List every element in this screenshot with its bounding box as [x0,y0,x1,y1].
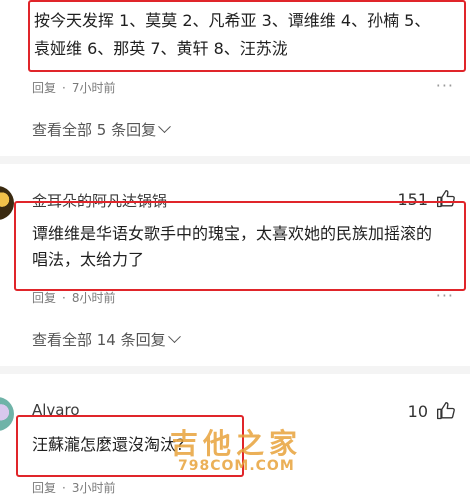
comment-time: 8小时前 [71,291,116,305]
user-avatar[interactable] [0,397,14,431]
comment-2-line-1: 谭维维是华语女歌手中的瑰宝，太喜欢她的民族加摇滚的 [32,224,433,243]
comment-divider [0,366,470,374]
reply-button[interactable]: 回复 [32,79,56,96]
comment-1-meta: 回复 · 7小时前 [32,79,115,96]
comment-2-meta: 回复 · 8小时前 [32,289,115,306]
watermark-en-text: 798COM.COM [178,458,295,474]
comment-3-line-1: 汪蘇瀧怎麼還沒淘汰? [32,435,185,454]
comment-2-line-2: 唱法，太给力了 [32,250,145,269]
comment-time: 3小时前 [71,481,116,495]
chevron-down-icon [167,330,181,344]
meta-separator: · [62,80,66,95]
like-count: 10 [407,401,428,421]
like-button[interactable]: 10 [408,401,456,421]
chevron-down-icon [158,120,171,134]
site-watermark: 吉他之家 798COM.COM [170,422,302,474]
comment-divider [0,156,470,164]
thumbs-up-icon [437,402,455,420]
comment-1-line-2: 袁娅维 6、那英 7、黄轩 8、汪苏泷 [34,39,288,58]
comment-1-line-1: 按今天发挥 1、莫莫 2、凡希亚 3、谭维维 4、孙楠 5、 [34,11,431,30]
reply-button[interactable]: 回复 [32,289,56,306]
comment-3-meta: 回复 · 3小时前 [32,479,115,496]
view-replies-label: 查看全部 5 条回复 [32,121,157,139]
view-replies-label: 查看全部 14 条回复 [32,331,166,349]
view-all-replies-button[interactable]: 查看全部 14 条回复 [32,329,181,350]
user-avatar[interactable] [0,186,14,220]
comment-time: 7小时前 [71,81,116,95]
more-options-icon[interactable]: ··· [436,76,454,95]
meta-separator: · [62,290,66,305]
more-options-icon[interactable]: ··· [436,286,454,305]
watermark-cn-text: 吉他之家 [170,427,303,460]
meta-separator: · [62,480,66,495]
reply-button[interactable]: 回复 [32,479,56,496]
view-all-replies-button[interactable]: 查看全部 5 条回复 [32,119,171,140]
